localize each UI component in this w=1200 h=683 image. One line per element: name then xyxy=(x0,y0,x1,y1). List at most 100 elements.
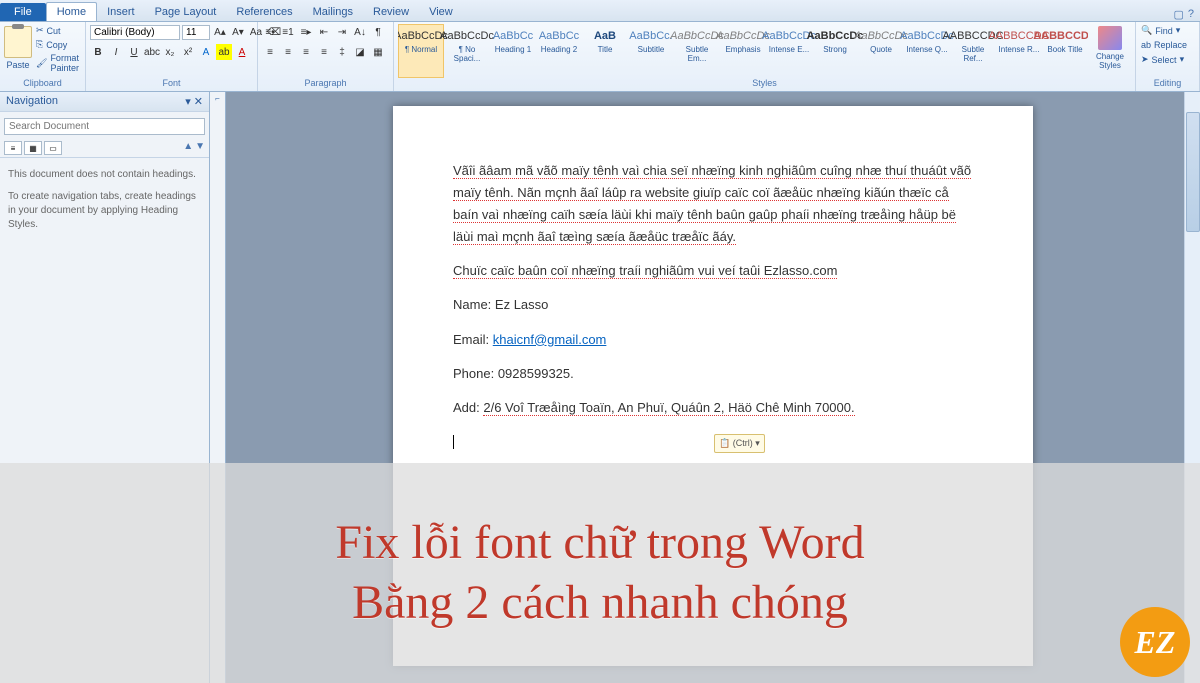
overlay-line2: Bằng 2 cách nhanh chóng xyxy=(352,573,848,633)
decrease-indent-button[interactable]: ⇤ xyxy=(316,24,332,40)
text-cursor xyxy=(453,435,454,449)
nav-results-tab[interactable]: ▭ xyxy=(44,141,62,155)
format-painter-button[interactable]: 🖌Format Painter xyxy=(34,52,81,74)
paste-options-button[interactable]: 📋 (Ctrl) ▾ xyxy=(714,434,765,453)
paragraph-group: ≡• ≡1 ≡▸ ⇤ ⇥ A↓ ¶ ≡ ≡ ≡ ≡ ‡ ◪ ▦ Paragrap… xyxy=(258,22,394,91)
select-icon: ➤ xyxy=(1141,54,1149,65)
tab-page-layout[interactable]: Page Layout xyxy=(145,3,227,21)
email-link[interactable]: khaicnf@gmail.com xyxy=(493,332,607,347)
tab-mailings[interactable]: Mailings xyxy=(303,3,363,21)
text-effects-button[interactable]: A xyxy=(198,44,214,60)
styles-label: Styles xyxy=(398,78,1131,89)
styles-gallery[interactable]: AaBbCcDc¶ NormalAaBbCcDc¶ No Spaci...AaB… xyxy=(398,24,1088,78)
file-tab[interactable]: File xyxy=(0,3,46,21)
change-styles-button[interactable]: Change Styles xyxy=(1090,24,1130,70)
copy-icon: ⎘ xyxy=(36,39,43,50)
tab-insert[interactable]: Insert xyxy=(97,3,145,21)
doc-paragraph-2: Chuïc caïc baûn coï nhæïng traíi nghiãûm… xyxy=(453,260,973,282)
style-subtle-em-[interactable]: AaBbCcDcSubtle Em... xyxy=(674,24,720,78)
justify-button[interactable]: ≡ xyxy=(316,44,332,60)
doc-paragraph-1: Vãîi ãâam mã vãõ maïy tênh vaì chia seï … xyxy=(453,160,973,248)
nav-dropdown-icon[interactable]: ▾ xyxy=(185,96,191,108)
paragraph-label: Paragraph xyxy=(262,78,389,89)
font-group: A▴ A▾ Aa ⌫ B I U abc x₂ x² A ab A Font xyxy=(86,22,258,91)
font-name-select[interactable] xyxy=(90,25,180,40)
strike-button[interactable]: abc xyxy=(144,44,160,60)
sort-button[interactable]: A↓ xyxy=(352,24,368,40)
nav-title: Navigation xyxy=(6,95,58,108)
replace-icon: ab xyxy=(1141,40,1151,50)
shading-button[interactable]: ◪ xyxy=(352,44,368,60)
minimize-ribbon-icon[interactable]: ▢ xyxy=(1173,8,1183,21)
align-left-button[interactable]: ≡ xyxy=(262,44,278,60)
tab-references[interactable]: References xyxy=(226,3,302,21)
doc-email-line: Email: khaicnf@gmail.com xyxy=(453,329,973,351)
doc-name-line: Name: Ez Lasso xyxy=(453,294,973,316)
style-emphasis[interactable]: AaBbCcDcEmphasis xyxy=(720,24,766,78)
style-subtitle[interactable]: AaBbCc.Subtitle xyxy=(628,24,674,78)
overlay-line1: Fix lỗi font chữ trong Word xyxy=(335,513,864,573)
nav-close-icon[interactable]: ✕ xyxy=(194,96,203,108)
tab-home[interactable]: Home xyxy=(46,2,97,21)
align-center-button[interactable]: ≡ xyxy=(280,44,296,60)
highlight-button[interactable]: ab xyxy=(216,44,232,60)
style-intense-e-[interactable]: AaBbCcDcIntense E... xyxy=(766,24,812,78)
paste-button[interactable]: Paste xyxy=(4,24,32,70)
style-title[interactable]: AaBTitle xyxy=(582,24,628,78)
style-strong[interactable]: AaBbCcDcStrong xyxy=(812,24,858,78)
underline-button[interactable]: U xyxy=(126,44,142,60)
tab-review[interactable]: Review xyxy=(363,3,419,21)
nav-pages-tab[interactable]: ▦ xyxy=(24,141,42,155)
overlay-banner: Fix lỗi font chữ trong Word Bằng 2 cách … xyxy=(0,463,1200,683)
scrollbar-thumb[interactable] xyxy=(1186,112,1200,232)
find-icon: 🔍 xyxy=(1141,25,1152,36)
font-color-button[interactable]: A xyxy=(234,44,250,60)
doc-phone-line: Phone: 0928599325. xyxy=(453,363,973,385)
style-heading-1[interactable]: AaBbCcHeading 1 xyxy=(490,24,536,78)
select-button[interactable]: ➤Select ▾ xyxy=(1140,53,1185,66)
style-book-title[interactable]: AABBCCDCBook Title xyxy=(1042,24,1088,78)
tab-view[interactable]: View xyxy=(419,3,463,21)
ez-badge: EZ xyxy=(1120,607,1190,677)
style--normal[interactable]: AaBbCcDc¶ Normal xyxy=(398,24,444,78)
cut-button[interactable]: ✂Cut xyxy=(34,24,81,37)
editing-group: 🔍Find ▾ abReplace ➤Select ▾ Editing xyxy=(1136,22,1200,91)
grow-font-button[interactable]: A▴ xyxy=(212,24,228,40)
style-quote[interactable]: AaBbCcDcQuote xyxy=(858,24,904,78)
line-spacing-button[interactable]: ‡ xyxy=(334,44,350,60)
font-size-select[interactable] xyxy=(182,25,210,40)
superscript-button[interactable]: x² xyxy=(180,44,196,60)
borders-button[interactable]: ▦ xyxy=(370,44,386,60)
change-styles-icon xyxy=(1098,26,1122,50)
nav-next-icon[interactable]: ▼ xyxy=(195,141,205,155)
nav-empty-msg2: To create navigation tabs, create headin… xyxy=(8,190,201,232)
font-label: Font xyxy=(90,78,253,89)
search-input[interactable] xyxy=(4,118,205,135)
tabs-bar: File Home Insert Page Layout References … xyxy=(0,0,1200,22)
replace-button[interactable]: abReplace xyxy=(1140,39,1188,51)
copy-button[interactable]: ⎘Copy xyxy=(34,38,81,51)
style--no-spaci-[interactable]: AaBbCcDc¶ No Spaci... xyxy=(444,24,490,78)
nav-headings-tab[interactable]: ≡ xyxy=(4,141,22,155)
clipboard-label: Clipboard xyxy=(4,78,81,89)
scissors-icon: ✂ xyxy=(36,25,44,36)
nav-prev-icon[interactable]: ▲ xyxy=(183,141,193,155)
clipboard-group: Paste ✂Cut ⎘Copy 🖌Format Painter Clipboa… xyxy=(0,22,86,91)
style-heading-2[interactable]: AaBbCcHeading 2 xyxy=(536,24,582,78)
bold-button[interactable]: B xyxy=(90,44,106,60)
multilevel-button[interactable]: ≡▸ xyxy=(298,24,314,40)
subscript-button[interactable]: x₂ xyxy=(162,44,178,60)
italic-button[interactable]: I xyxy=(108,44,124,60)
brush-icon: 🖌 xyxy=(36,58,47,69)
help-icon[interactable]: ? xyxy=(1188,8,1194,21)
show-marks-button[interactable]: ¶ xyxy=(370,24,386,40)
paste-icon xyxy=(4,26,32,58)
shrink-font-button[interactable]: A▾ xyxy=(230,24,246,40)
align-right-button[interactable]: ≡ xyxy=(298,44,314,60)
increase-indent-button[interactable]: ⇥ xyxy=(334,24,350,40)
find-button[interactable]: 🔍Find ▾ xyxy=(1140,24,1181,37)
editing-label: Editing xyxy=(1140,78,1195,89)
numbering-button[interactable]: ≡1 xyxy=(280,24,296,40)
ribbon: Paste ✂Cut ⎘Copy 🖌Format Painter Clipboa… xyxy=(0,22,1200,92)
bullets-button[interactable]: ≡• xyxy=(262,24,278,40)
